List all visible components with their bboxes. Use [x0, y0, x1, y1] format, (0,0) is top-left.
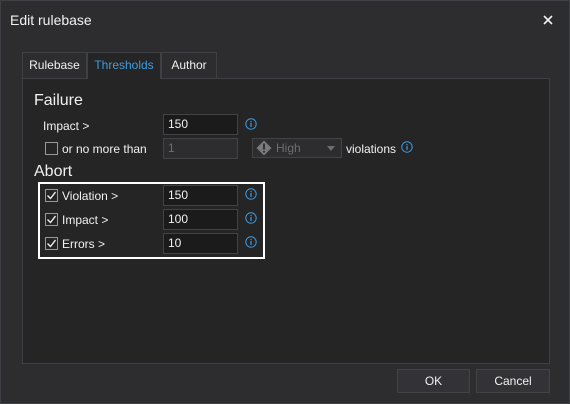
tab-author[interactable]: Author: [161, 52, 217, 78]
abort-heading: Abort: [34, 163, 73, 180]
violation-input[interactable]: 150: [163, 185, 238, 206]
abort-impact-checkbox[interactable]: [45, 213, 58, 226]
abort-impact-input[interactable]: 100: [163, 209, 238, 230]
info-icon[interactable]: [245, 236, 257, 248]
no-more-than-checkbox[interactable]: [45, 142, 58, 155]
close-button[interactable]: [537, 9, 559, 31]
errors-input[interactable]: 10: [163, 233, 238, 254]
info-icon[interactable]: [245, 188, 257, 200]
edit-rulebase-dialog: Edit rulebase Rulebase Thresholds Author…: [0, 0, 570, 404]
errors-checkbox[interactable]: [45, 237, 58, 250]
tab-rulebase[interactable]: Rulebase: [22, 52, 87, 78]
checkmark-icon: [47, 239, 56, 248]
tab-thresholds[interactable]: Thresholds: [87, 52, 161, 79]
no-more-than-label: or no more than: [62, 142, 147, 156]
no-more-than-input[interactable]: 1: [163, 138, 238, 159]
severity-value: High: [276, 141, 301, 155]
abort-impact-label: Impact >: [62, 213, 109, 227]
severity-select[interactable]: High: [252, 138, 342, 158]
violation-label: Violation >: [62, 189, 119, 203]
chevron-down-icon: [327, 146, 335, 151]
close-icon: [543, 15, 553, 25]
checkmark-icon: [47, 215, 56, 224]
severity-high-icon: [256, 140, 272, 156]
failure-heading: Failure: [34, 92, 83, 109]
failure-impact-input[interactable]: 150: [163, 114, 238, 135]
violations-label: violations: [346, 142, 397, 156]
errors-label: Errors >: [62, 237, 106, 251]
dialog-title: Edit rulebase: [10, 12, 92, 28]
ok-button[interactable]: OK: [397, 369, 470, 393]
failure-impact-label: Impact >: [43, 119, 90, 133]
violation-checkbox[interactable]: [45, 189, 58, 202]
info-icon[interactable]: [401, 141, 413, 153]
info-icon[interactable]: [245, 118, 257, 130]
checkmark-icon: [47, 191, 56, 200]
title-bar: Edit rulebase: [1, 1, 569, 39]
cancel-button[interactable]: Cancel: [476, 369, 550, 393]
info-icon[interactable]: [245, 212, 257, 224]
